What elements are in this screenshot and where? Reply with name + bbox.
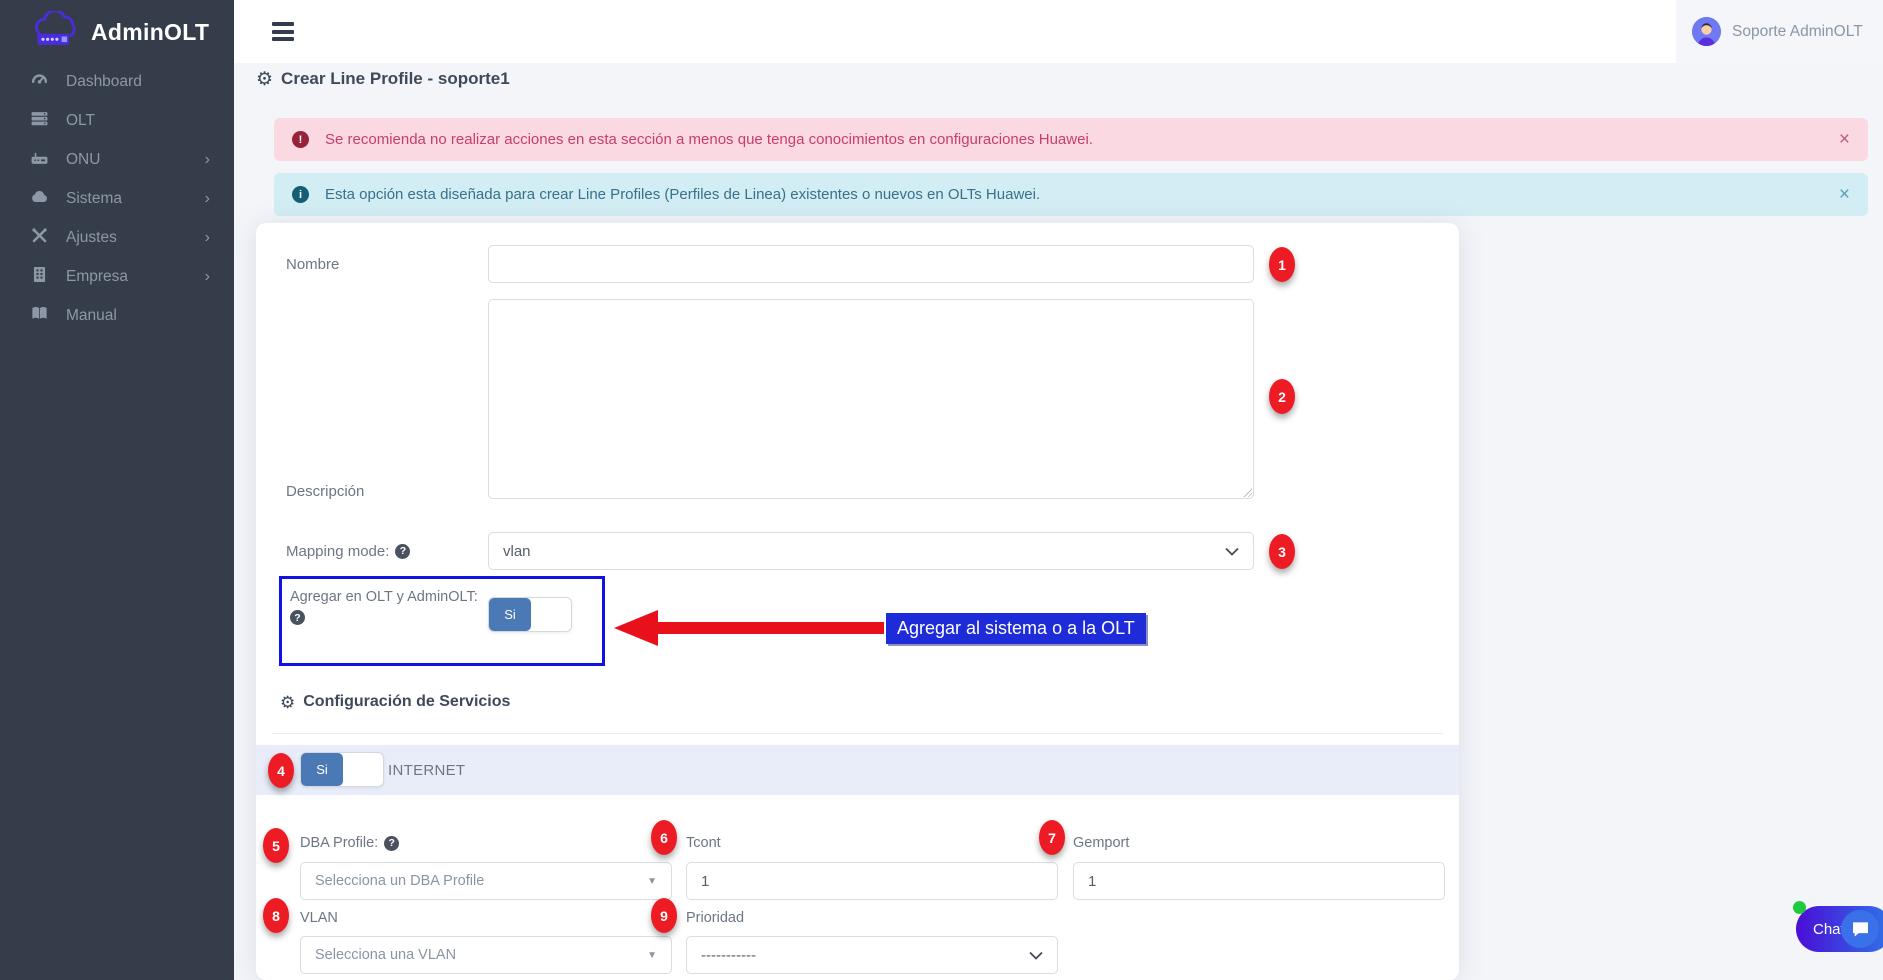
dba-profile-placeholder: Selecciona un DBA Profile bbox=[315, 873, 484, 889]
dropdown-triangle-icon: ▼ bbox=[647, 876, 657, 887]
server-icon bbox=[30, 109, 49, 133]
step-badge-9: 9 bbox=[651, 898, 677, 933]
tcont-input[interactable] bbox=[686, 862, 1058, 900]
building-icon bbox=[30, 265, 49, 289]
services-section-heading: ⚙ Configuración de Servicios bbox=[280, 693, 510, 711]
sidebar-item-label: Empresa bbox=[66, 268, 128, 286]
section-divider bbox=[272, 733, 1443, 734]
step-badge-5: 5 bbox=[263, 828, 289, 863]
gears-icon: ⚙ bbox=[280, 694, 295, 711]
sidebar-item-label: Ajustes bbox=[66, 229, 117, 247]
menu-toggle-icon[interactable] bbox=[272, 22, 294, 41]
annotation-label: Agregar al sistema o a la OLT bbox=[886, 613, 1146, 644]
online-status-dot bbox=[1793, 901, 1806, 914]
sidebar-item-sistema[interactable]: Sistema › bbox=[0, 179, 234, 218]
tools-icon bbox=[30, 226, 49, 250]
prioridad-label: Prioridad bbox=[686, 908, 744, 928]
help-icon[interactable]: ? bbox=[384, 836, 399, 851]
sidebar-item-onu[interactable]: ONU › bbox=[0, 140, 234, 179]
annotation-arrow-shaft bbox=[654, 622, 884, 634]
sidebar-item-label: ONU bbox=[66, 151, 100, 169]
brand[interactable]: AdminOLT bbox=[30, 11, 209, 54]
alert-danger-text: Se recomienda no realizar acciones en es… bbox=[325, 131, 1093, 148]
internet-label: INTERNET bbox=[388, 745, 465, 795]
step-badge-3: 3 bbox=[1269, 534, 1295, 569]
chevron-down-icon bbox=[1029, 951, 1043, 960]
step-badge-1: 1 bbox=[1269, 247, 1295, 282]
dropdown-triangle-icon: ▼ bbox=[647, 950, 657, 961]
sidebar-item-label: Sistema bbox=[66, 190, 122, 208]
app-screen: AdminOLT Dashboard OLT ONU › bbox=[0, 0, 1883, 980]
dba-profile-label: DBA Profile: ? bbox=[300, 833, 399, 853]
mapping-mode-select[interactable]: vlan bbox=[488, 532, 1254, 570]
gemport-label: Gemport bbox=[1073, 833, 1129, 853]
highlight-annotation-box bbox=[279, 576, 605, 666]
internet-toggle[interactable]: Si bbox=[300, 752, 384, 787]
chevron-right-icon: › bbox=[205, 230, 210, 246]
avatar bbox=[1692, 17, 1721, 46]
sidebar-item-dashboard[interactable]: Dashboard bbox=[0, 62, 234, 101]
vlan-label: VLAN bbox=[300, 908, 338, 928]
tcont-label: Tcont bbox=[686, 833, 721, 853]
step-badge-8: 8 bbox=[263, 898, 289, 933]
sidebar-item-label: Dashboard bbox=[66, 73, 142, 91]
nombre-input[interactable] bbox=[488, 245, 1254, 283]
sidebar-item-label: OLT bbox=[66, 112, 95, 130]
chevron-right-icon: › bbox=[205, 152, 210, 168]
alert-info-text: Esta opción esta diseñada para crear Lin… bbox=[325, 186, 1040, 203]
gears-icon: ⚙ bbox=[256, 70, 273, 89]
mapping-mode-value: vlan bbox=[503, 543, 531, 560]
sidebar-item-olt[interactable]: OLT bbox=[0, 101, 234, 140]
book-icon bbox=[30, 304, 49, 328]
descripcion-textarea[interactable] bbox=[488, 299, 1254, 499]
help-icon[interactable]: ? bbox=[395, 544, 410, 559]
descripcion-label: Descripción bbox=[286, 481, 364, 501]
line-profile-form-card: Nombre 1 2 Descripción Mapping mode: ? v… bbox=[256, 223, 1459, 980]
step-badge-6: 6 bbox=[651, 820, 677, 855]
info-circle-icon: i bbox=[292, 186, 309, 203]
sidebar: AdminOLT Dashboard OLT ONU › bbox=[0, 0, 234, 980]
exclamation-circle-icon: ! bbox=[292, 131, 309, 148]
mapping-mode-label: Mapping mode: ? bbox=[286, 532, 410, 570]
close-icon[interactable]: × bbox=[1839, 130, 1850, 149]
chevron-right-icon: › bbox=[205, 269, 210, 285]
router-icon bbox=[30, 148, 49, 172]
cloud-router-logo-icon bbox=[30, 11, 82, 54]
nombre-label: Nombre bbox=[286, 245, 339, 283]
brand-name: AdminOLT bbox=[91, 19, 209, 46]
gemport-input[interactable] bbox=[1073, 862, 1445, 900]
cloud-icon bbox=[30, 187, 49, 211]
chevron-right-icon: › bbox=[205, 191, 210, 207]
chat-label: Chat bbox=[1813, 921, 1845, 938]
step-badge-7: 7 bbox=[1039, 820, 1065, 855]
chat-bubble-icon[interactable] bbox=[1841, 910, 1879, 948]
sidebar-item-ajustes[interactable]: Ajustes › bbox=[0, 218, 234, 257]
vlan-placeholder: Selecciona una VLAN bbox=[315, 947, 456, 963]
user-name: Soporte AdminOLT bbox=[1732, 23, 1863, 41]
speedometer-icon bbox=[30, 70, 49, 94]
step-badge-2: 2 bbox=[1269, 379, 1295, 414]
dba-profile-select[interactable]: Selecciona un DBA Profile ▼ bbox=[300, 862, 672, 900]
annotation-arrow-icon bbox=[614, 610, 658, 646]
page-title-text: Crear Line Profile - soporte1 bbox=[281, 69, 510, 89]
chevron-down-icon bbox=[1225, 547, 1239, 556]
close-icon[interactable]: × bbox=[1839, 185, 1850, 204]
toggle-on-label: Si bbox=[301, 753, 343, 786]
sidebar-nav: Dashboard OLT ONU › Sistema › bbox=[0, 62, 234, 335]
sidebar-item-label: Manual bbox=[66, 307, 117, 325]
alert-info: i Esta opción esta diseñada para crear L… bbox=[274, 173, 1868, 216]
page-title: ⚙ Crear Line Profile - soporte1 bbox=[256, 69, 510, 89]
top-header: Soporte AdminOLT bbox=[234, 0, 1883, 63]
prioridad-value: ----------- bbox=[701, 947, 756, 964]
step-badge-4: 4 bbox=[268, 753, 294, 788]
sidebar-item-empresa[interactable]: Empresa › bbox=[0, 257, 234, 296]
vlan-select[interactable]: Selecciona una VLAN ▼ bbox=[300, 936, 672, 974]
user-menu[interactable]: Soporte AdminOLT bbox=[1676, 0, 1883, 63]
sidebar-item-manual[interactable]: Manual bbox=[0, 296, 234, 335]
prioridad-select[interactable]: ----------- bbox=[686, 936, 1058, 974]
alert-danger: ! Se recomienda no realizar acciones en … bbox=[274, 118, 1868, 161]
